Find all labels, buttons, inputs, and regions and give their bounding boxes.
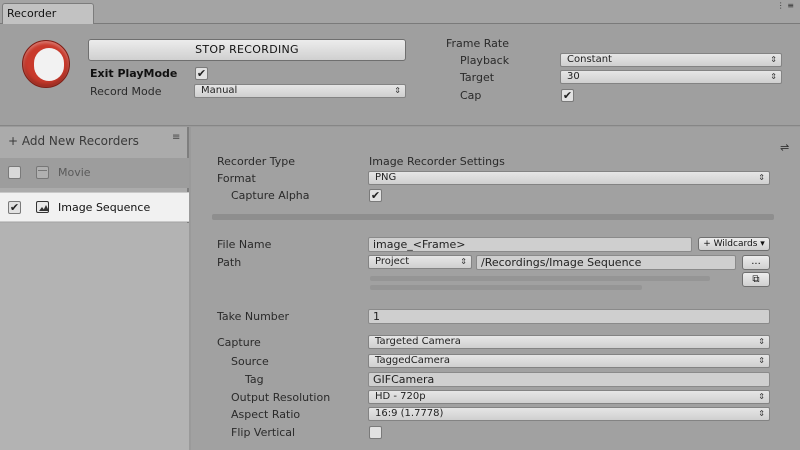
path-input[interactable]: /Recordings/Image Sequence [476,255,736,270]
flip-vertical-label: Flip Vertical [231,426,296,439]
tab-recorder[interactable]: Recorder [2,3,94,24]
dropdown-arrow-icon: ⇕ [758,409,765,418]
dropdown-arrow-icon: ⇕ [758,356,765,365]
source-dropdown[interactable]: TaggedCamera ⇕ [368,354,770,368]
exit-playmode-label: Exit PlayMode [90,67,178,80]
frame-rate-label: Frame Rate [446,37,509,50]
output-resolution-dropdown[interactable]: HD - 720p ⇕ [368,390,770,404]
window-menu-icon[interactable]: ⋮ ≡ [777,1,794,10]
exit-playmode-checkbox[interactable]: ✔ [195,67,208,80]
capture-alpha-label: Capture Alpha [231,189,310,202]
tab-strip [0,0,800,24]
playback-dropdown[interactable]: Constant ⇕ [560,53,782,67]
aspect-ratio-label: Aspect Ratio [231,408,301,421]
dropdown-arrow-icon: ⇕ [394,86,401,95]
image-sequence-enable-checkbox[interactable]: ✔ [8,201,21,214]
record-mode-value: Manual [201,85,238,96]
tag-input[interactable]: GIFCamera [368,372,770,387]
format-dropdown[interactable]: PNG ⇕ [368,171,770,185]
recorder-type-value: Image Recorder Settings [369,155,505,168]
source-value: TaggedCamera [375,355,451,366]
play-icon [34,48,64,81]
dropdown-arrow-icon: ⇕ [758,392,765,401]
record-play-button[interactable] [22,40,70,88]
target-value: 30 [567,71,580,82]
output-resolution-value: HD - 720p [375,391,426,402]
open-external-icon[interactable]: ⧉ [742,272,770,287]
capture-label: Capture [217,336,261,349]
capture-alpha-checkbox[interactable]: ✔ [369,189,382,202]
record-mode-dropdown[interactable]: Manual ⇕ [194,84,406,98]
recorder-item-label: Movie [58,166,91,179]
dropdown-arrow-icon: ⇕ [770,72,777,81]
cap-checkbox[interactable]: ✔ [561,89,574,102]
movie-icon [36,166,49,179]
record-mode-label: Record Mode [90,85,162,98]
format-label: Format [217,172,256,185]
path-label: Path [217,256,242,269]
browse-button[interactable]: ... [742,255,770,270]
recorder-item-image-sequence[interactable]: ✔ Image Sequence [0,192,189,222]
aspect-ratio-dropdown[interactable]: 16:9 (1.7778) ⇕ [368,407,770,421]
take-number-input[interactable]: 1 [368,309,770,324]
playback-label: Playback [460,54,510,67]
aspect-ratio-value: 16:9 (1.7778) [375,408,444,419]
playback-value: Constant [567,54,612,65]
cap-label: Cap [460,89,482,102]
tag-label: Tag [245,373,264,386]
path-root-value: Project [375,256,410,267]
dropdown-arrow-icon: ⇕ [460,257,467,266]
movie-enable-checkbox[interactable] [8,166,21,179]
file-name-label: File Name [217,238,272,251]
image-icon [36,201,49,213]
source-label: Source [231,355,269,368]
capture-dropdown[interactable]: Targeted Camera ⇕ [368,335,770,349]
list-menu-icon[interactable]: ≡ [172,132,180,143]
dropdown-arrow-icon: ⇕ [758,337,765,346]
path-root-dropdown[interactable]: Project ⇕ [368,255,472,269]
dropdown-arrow-icon: ⇕ [770,55,777,64]
recorder-item-label: Image Sequence [58,201,151,214]
path-preview-blurred [370,276,710,296]
sliders-icon[interactable]: ⇌ [780,141,789,154]
dropdown-arrow-icon: ⇕ [758,173,765,182]
add-new-recorders-label: + Add New Recorders [8,134,139,148]
output-resolution-label: Output Resolution [231,391,331,404]
format-value: PNG [375,172,397,183]
stop-recording-button[interactable]: STOP RECORDING [88,39,406,61]
target-dropdown[interactable]: 30 ⇕ [560,70,782,84]
take-number-label: Take Number [217,310,290,323]
wildcards-button[interactable]: + Wildcards ▾ [698,237,770,251]
recorder-list-empty-area [0,223,189,450]
capture-value: Targeted Camera [375,336,461,347]
file-name-input[interactable]: image_<Frame> [368,237,692,252]
section-divider [212,214,774,220]
recorder-item-movie[interactable]: Movie [0,158,189,188]
target-label: Target [460,71,495,84]
recorder-type-label: Recorder Type [217,155,296,168]
flip-vertical-checkbox[interactable] [369,426,382,439]
add-new-recorders-button[interactable]: + Add New Recorders ≡ [0,127,189,153]
